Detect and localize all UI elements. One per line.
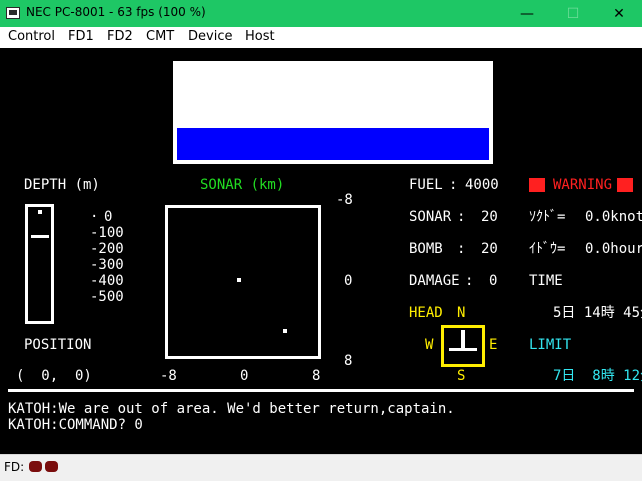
message-divider <box>8 389 634 392</box>
compass-south: S <box>457 368 466 384</box>
title-bar: NEC PC-8001 - 63 fps (100 %) — ☐ ✕ <box>0 0 642 27</box>
fuel-separator: : <box>449 177 458 193</box>
minimize-button[interactable]: — <box>504 0 550 27</box>
menu-fd2[interactable]: FD2 <box>107 29 133 44</box>
sonar-x-tick-min: -8 <box>160 368 177 384</box>
compass-west: W <box>425 337 434 353</box>
warning-lamp-right <box>617 178 633 192</box>
heading-label: HEAD <box>409 305 443 321</box>
message-line-2: KATOH:COMMAND? 0 <box>8 417 143 433</box>
time-label: TIME <box>529 273 563 289</box>
menu-control[interactable]: Control <box>8 29 55 44</box>
compass-north: N <box>457 305 466 321</box>
sonar-count-value: 20 <box>481 209 498 225</box>
damage-value: 0 <box>489 273 498 289</box>
compass-east: E <box>489 337 498 353</box>
time-value: 5日 14時 45分 <box>553 305 642 321</box>
depth-gauge <box>25 204 54 324</box>
fd1-led-icon <box>29 461 42 472</box>
speed-label: ｿｸﾄﾞ= <box>529 209 566 225</box>
depth-label: DEPTH (m) <box>24 177 100 193</box>
compass-needle-base <box>449 348 477 351</box>
periscope-view <box>173 61 493 164</box>
menu-bar: Control FD1 FD2 CMT Device Host <box>0 27 642 48</box>
warning-label: WARNING <box>553 177 613 193</box>
position-label: POSITION <box>24 337 92 353</box>
sonar-y-tick-max: 8 <box>344 353 353 369</box>
app-icon <box>6 7 20 19</box>
sonar-y-tick-min: -8 <box>336 192 353 208</box>
depth-tick-200: -200 <box>90 241 124 257</box>
status-bar: FD: <box>0 454 642 481</box>
maximize-button[interactable]: ☐ <box>550 0 596 27</box>
damage-label: DAMAGE <box>409 273 460 289</box>
sonar-label: SONAR (km) <box>200 177 285 193</box>
window-title: NEC PC-8001 - 63 fps (100 %) <box>26 5 206 19</box>
compass-needle <box>461 330 465 348</box>
bomb-separator: : <box>457 241 466 257</box>
distance-value: 0.0hour <box>585 241 642 257</box>
menu-fd1[interactable]: FD1 <box>68 29 94 44</box>
depth-tick-300: -300 <box>90 257 124 273</box>
sonar-count-separator: : <box>457 209 466 225</box>
emulator-screen[interactable]: DEPTH (m) · 0 -100 -200 -300 -400 -500 P… <box>0 48 642 454</box>
sonar-y-tick-mid: 0 <box>344 273 353 289</box>
depth-tick-0: 0 <box>104 209 113 225</box>
fd2-led-icon <box>45 461 58 472</box>
sonar-contact <box>237 278 241 282</box>
sea-surface <box>177 128 489 160</box>
damage-separator: : <box>465 273 474 289</box>
menu-device[interactable]: Device <box>188 29 232 44</box>
fd-status-label: FD: <box>4 460 25 474</box>
position-value: ( 0, 0) <box>16 368 92 384</box>
limit-value: 7日 8時 12分 <box>553 368 642 384</box>
bomb-value: 20 <box>481 241 498 257</box>
sonar-display <box>165 205 321 359</box>
menu-host[interactable]: Host <box>245 29 275 44</box>
distance-label: ｲﾄﾞｳ= <box>529 241 566 257</box>
fuel-value: 4000 <box>465 177 499 193</box>
depth-tick-marker: · <box>90 209 99 225</box>
menu-cmt[interactable]: CMT <box>146 29 174 44</box>
depth-marker <box>38 210 42 214</box>
sonar-count-label: SONAR <box>409 209 452 225</box>
sonar-x-tick-mid: 0 <box>240 368 249 384</box>
bomb-label: BOMB <box>409 241 443 257</box>
warning-lamp-left <box>529 178 545 192</box>
compass-box <box>441 325 485 367</box>
fuel-label: FUEL <box>409 177 443 193</box>
message-line-1: KATOH:We are out of area. We'd better re… <box>8 401 455 417</box>
depth-tick-100: -100 <box>90 225 124 241</box>
sonar-x-tick-max: 8 <box>312 368 321 384</box>
speed-value: 0.0knot <box>585 209 642 225</box>
depth-tick-500: -500 <box>90 289 124 305</box>
close-button[interactable]: ✕ <box>596 0 642 27</box>
limit-label: LIMIT <box>529 337 572 353</box>
depth-indicator <box>31 235 49 238</box>
depth-tick-400: -400 <box>90 273 124 289</box>
sonar-contact <box>283 329 287 333</box>
